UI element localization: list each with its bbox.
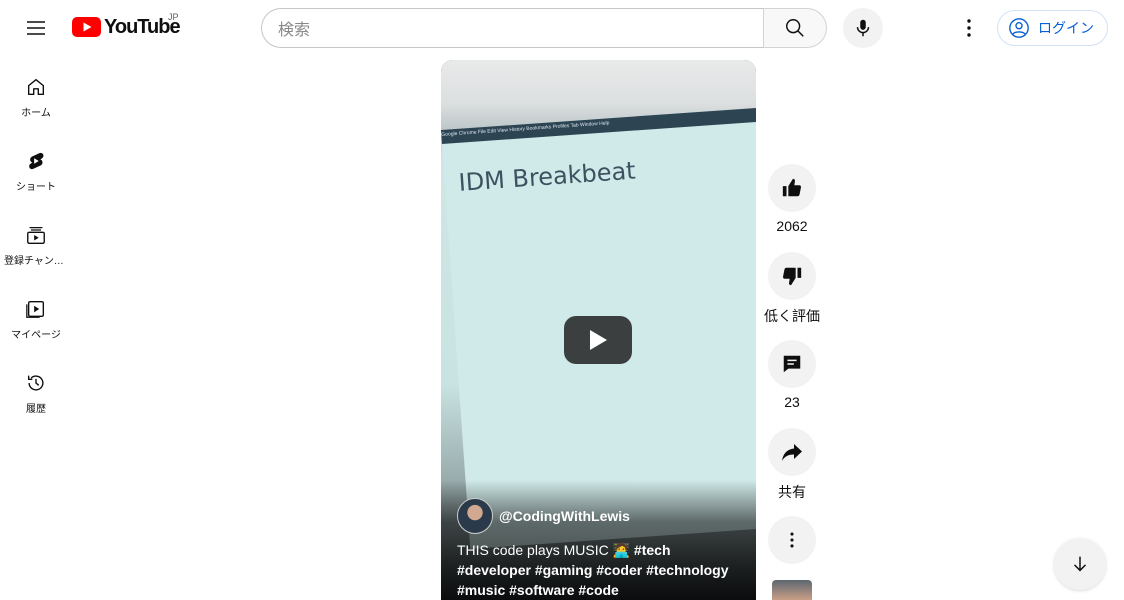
microphone-icon [856, 19, 870, 37]
more-vert-icon [967, 19, 971, 37]
top-bar: YouTube JP 検索 ログイン [0, 0, 1124, 56]
video-title-text: THIS code plays MUSIC 🧑‍💻 [457, 542, 631, 558]
comment-action: 23 [764, 340, 820, 410]
sidebar-item-label: 履歴 [26, 404, 46, 415]
comment-count: 23 [784, 394, 800, 410]
channel-avatar[interactable] [457, 498, 493, 534]
more-options-button[interactable] [768, 516, 816, 564]
channel-thumbnail[interactable] [772, 580, 812, 600]
account-icon [1009, 18, 1029, 38]
sidebar-item-home[interactable]: ホーム [4, 56, 68, 130]
video-title[interactable]: THIS code plays MUSIC 🧑‍💻 #tech #develop… [457, 540, 747, 600]
share-action: 共有 [764, 428, 820, 502]
youtube-logo[interactable]: YouTube [72, 15, 181, 39]
dislike-label: 低く評価 [764, 308, 820, 324]
search-placeholder: 検索 [278, 22, 311, 39]
play-icon [590, 330, 607, 350]
more-action [764, 516, 820, 564]
login-label: ログイン [1038, 20, 1094, 36]
history-icon [27, 375, 44, 391]
thumbs-up-icon [782, 178, 802, 197]
comments-button[interactable] [768, 340, 816, 388]
video-code-content: IDM Breakbeat [457, 151, 637, 205]
youtube-logo-icon [72, 17, 101, 37]
channel-info[interactable]: @CodingWithLewis [457, 498, 630, 534]
shorts-icon [29, 152, 44, 170]
sidebar-item-shorts[interactable]: ショート [4, 130, 68, 204]
like-action: 2062 [764, 164, 820, 234]
search-button[interactable] [763, 8, 827, 48]
sidebar-item-label: マイページ [11, 330, 61, 341]
search-input[interactable]: 検索 [261, 8, 764, 48]
home-icon [27, 78, 45, 96]
next-video-button[interactable] [1054, 538, 1106, 590]
share-label: 共有 [778, 484, 806, 500]
share-icon [782, 444, 802, 461]
more-vert-icon [790, 532, 794, 548]
dislike-action: 低く評価 [764, 252, 820, 326]
sidebar-item-subscriptions[interactable]: 登録チャンネル [4, 204, 68, 278]
channel-name[interactable]: @CodingWithLewis [499, 508, 630, 524]
sidebar-item-history[interactable]: 履歴 [4, 352, 68, 426]
library-icon [26, 300, 45, 318]
search-icon [786, 19, 804, 37]
arrow-down-icon [1073, 556, 1087, 572]
sidebar-item-label: ショート [16, 182, 56, 193]
sidebar-item-label: 登録チャンネル [4, 256, 68, 267]
like-count: 2062 [776, 218, 808, 234]
thumbs-down-icon [782, 267, 802, 286]
like-button[interactable] [768, 164, 816, 212]
video-code-heading: IDM Breakbeat [457, 156, 637, 197]
voice-search-button[interactable] [843, 8, 883, 48]
sidebar-item-label: ホーム [21, 108, 51, 119]
sidebar-item-library[interactable]: マイページ [4, 278, 68, 352]
dislike-button[interactable] [768, 252, 816, 300]
subscriptions-icon [27, 227, 45, 244]
settings-menu-button[interactable] [949, 8, 989, 48]
comment-icon [783, 355, 801, 373]
share-button[interactable] [768, 428, 816, 476]
play-button[interactable] [564, 316, 632, 364]
hamburger-icon [27, 21, 45, 35]
region-code: JP [168, 12, 179, 22]
menu-button[interactable] [16, 8, 56, 48]
login-button[interactable]: ログイン [997, 10, 1108, 46]
shorts-video-player[interactable]: Google Chrome File Edit View History Boo… [441, 60, 756, 600]
